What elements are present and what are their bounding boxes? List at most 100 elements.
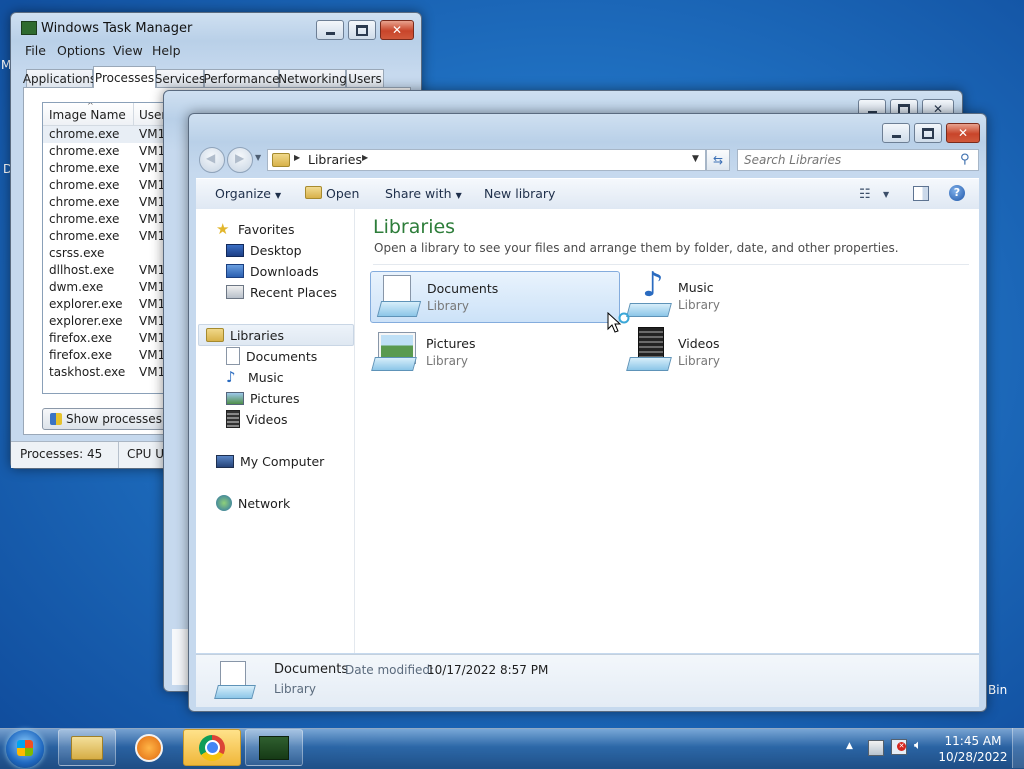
search-box[interactable]: ⚲: [737, 149, 979, 171]
breadcrumb-chevron-icon[interactable]: ▶: [294, 153, 300, 162]
help-icon[interactable]: ?: [949, 185, 965, 201]
explorer-folder-icon: [71, 735, 103, 760]
refresh-button[interactable]: ⇆: [706, 149, 730, 171]
column-image-name[interactable]: Image Name: [49, 108, 126, 122]
library-tile-pictures[interactable]: Pictures Library: [370, 327, 618, 377]
nav-documents[interactable]: Documents: [226, 346, 317, 366]
minimize-button[interactable]: [882, 123, 910, 143]
start-button[interactable]: [6, 730, 44, 768]
pictures-icon: [226, 391, 244, 405]
tm-minimize-button[interactable]: [316, 20, 344, 40]
process-user-name: VM1: [139, 161, 166, 175]
process-image-name: explorer.exe: [49, 297, 123, 311]
tab-performance[interactable]: Performance: [203, 69, 280, 88]
tab-applications[interactable]: Applications: [23, 69, 96, 88]
tm-menu-file[interactable]: File: [25, 43, 46, 58]
address-bar[interactable]: ▶ Libraries ▶ ▼: [267, 149, 706, 171]
nav-pictures[interactable]: Pictures: [226, 388, 300, 408]
nav-favorites[interactable]: ★ Favorites: [216, 219, 294, 239]
close-button[interactable]: ✕: [946, 123, 980, 143]
tab-services[interactable]: Services: [155, 69, 205, 88]
breadcrumb-chevron-icon[interactable]: ▶: [362, 153, 368, 162]
show-hidden-icons-button[interactable]: ▲: [846, 741, 853, 751]
more-views-arrow-icon[interactable]: ▼: [883, 190, 889, 199]
process-user-name: VM1: [139, 195, 166, 209]
taskbar-media-player-button[interactable]: [120, 729, 178, 766]
process-user-name: VM1: [139, 178, 166, 192]
tm-menu-view[interactable]: View: [113, 43, 143, 58]
library-tile-videos[interactable]: Videos Library: [625, 327, 873, 377]
tab-processes[interactable]: Processes: [93, 66, 156, 88]
network-status-icon[interactable]: ✕: [891, 739, 907, 755]
nav-videos[interactable]: Videos: [226, 409, 288, 429]
taskbar-task-manager-button[interactable]: [245, 729, 303, 766]
nav-music[interactable]: ♪ Music: [226, 367, 284, 387]
nav-downloads[interactable]: Downloads: [226, 261, 319, 281]
open-button[interactable]: Open: [305, 186, 359, 201]
recent-places-icon: [226, 285, 244, 299]
nav-recent-places[interactable]: Recent Places: [226, 282, 337, 302]
breadcrumb-libraries[interactable]: Libraries: [308, 152, 362, 167]
music-note-icon: ♪: [226, 368, 236, 386]
nav-libraries-label: Libraries: [230, 327, 284, 343]
taskbar-chrome-button[interactable]: [183, 729, 241, 766]
process-user-name: VM1: [139, 212, 166, 226]
library-tile-music[interactable]: ♪ Music Library: [625, 267, 873, 321]
explorer-body: ★ Favorites Desktop Downloads Recent Plac…: [196, 209, 979, 653]
tab-users[interactable]: Users: [346, 69, 384, 88]
forward-button[interactable]: ▶: [227, 147, 253, 173]
tm-menu-help[interactable]: Help: [152, 43, 181, 58]
details-name: Documents: [274, 662, 349, 677]
action-center-flag-icon[interactable]: [868, 740, 884, 756]
maximize-button[interactable]: [914, 123, 942, 143]
organize-button[interactable]: Organize ▼: [215, 186, 281, 201]
clock[interactable]: 11:45 AM 10/28/2022: [938, 734, 1008, 764]
tm-maximize-button[interactable]: [348, 20, 376, 40]
process-image-name: chrome.exe: [49, 212, 120, 226]
nav-desktop[interactable]: Desktop: [226, 240, 302, 260]
share-with-button[interactable]: Share with ▼: [385, 186, 462, 201]
recent-pages-chevron-icon[interactable]: ▼: [255, 153, 261, 162]
libraries-folder-icon: [272, 153, 290, 167]
nav-videos-label: Videos: [246, 411, 288, 427]
address-dropdown-icon[interactable]: ▼: [692, 154, 699, 164]
details-pane: Documents Date modified: 10/17/2022 8:57…: [196, 654, 979, 707]
nav-my-computer-label: My Computer: [240, 453, 325, 469]
process-image-name: chrome.exe: [49, 229, 120, 243]
nav-libraries[interactable]: Libraries: [206, 325, 284, 345]
minimize-icon: [891, 134, 901, 138]
sort-arrow-icon: ^: [87, 102, 94, 110]
new-library-button[interactable]: New library: [484, 186, 555, 201]
nav-downloads-label: Downloads: [250, 263, 319, 279]
maximize-icon: [356, 24, 368, 36]
videos-icon: [226, 410, 240, 428]
process-image-name: csrss.exe: [49, 246, 105, 260]
recycle-bin-label[interactable]: Bin: [988, 683, 1007, 697]
tm-menu-options[interactable]: Options: [57, 43, 105, 58]
library-tile-documents[interactable]: Documents Library: [370, 271, 620, 323]
process-image-name: chrome.exe: [49, 127, 120, 141]
taskbar-explorer-button[interactable]: [58, 729, 116, 766]
nav-recent-places-label: Recent Places: [250, 284, 337, 300]
libraries-icon: [206, 328, 224, 342]
change-view-icon[interactable]: ☷: [859, 187, 871, 202]
volume-icon[interactable]: 🔈︎: [914, 738, 922, 753]
show-desktop-button[interactable]: [1012, 728, 1024, 768]
status-divider: [118, 442, 119, 468]
search-input[interactable]: [742, 151, 954, 169]
search-icon[interactable]: ⚲: [960, 152, 970, 167]
windows-logo-icon: [17, 740, 33, 756]
tab-networking[interactable]: Networking: [278, 69, 347, 88]
tile-name: Music: [678, 280, 714, 295]
nav-network[interactable]: Network: [216, 493, 290, 513]
dropdown-arrow-icon: ▼: [455, 191, 462, 200]
preview-pane-icon[interactable]: [913, 186, 929, 201]
process-user-name: VM1: [139, 144, 166, 158]
tm-close-button[interactable]: ✕: [380, 20, 414, 40]
forward-arrow-icon: ▶: [235, 151, 245, 165]
back-button[interactable]: ◀: [199, 147, 225, 173]
tile-name: Pictures: [426, 336, 476, 351]
tile-type: Library: [427, 299, 469, 313]
nav-my-computer[interactable]: My Computer: [216, 451, 324, 471]
process-user-name: VM1: [139, 280, 166, 294]
